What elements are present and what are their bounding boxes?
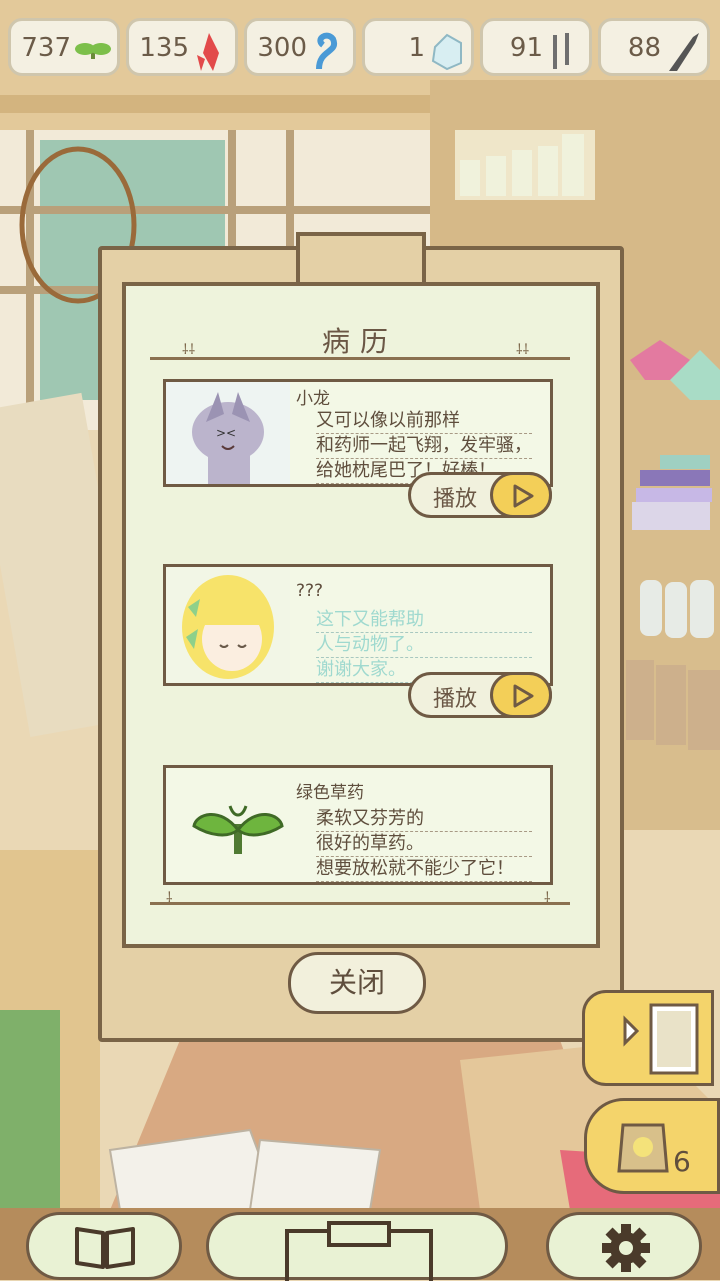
red-crystal-icon (197, 33, 219, 71)
dragon-portrait: >< (166, 382, 290, 484)
entry-line: 很好的草药。 (316, 829, 532, 857)
entry-line: 这下又能帮助 (316, 605, 532, 633)
entry-line: 人与动物了。 (316, 630, 532, 658)
record-card-dragon: >< 小龙 又可以像以前那样 和药师一起飞翔，发牢骚， 给她枕尾巴了！好棒！ (163, 379, 553, 487)
resource-ice-crystal: 1 (362, 18, 474, 76)
resource-horn: 88 (598, 18, 710, 76)
green-herb-icon (192, 805, 284, 854)
seed-bag-icon (617, 1123, 669, 1173)
play-icon-wrap[interactable] (490, 672, 552, 718)
resource-ice-crystal-count: 1 (408, 33, 425, 63)
close-button[interactable]: 关闭 (288, 952, 426, 1014)
svg-text:><: >< (216, 426, 236, 440)
play-button-dragon[interactable]: 播放 (408, 472, 552, 518)
dialog-title: 病历 (321, 325, 398, 358)
book-button[interactable] (26, 1212, 182, 1280)
entry-line: 又可以像以前那样 (316, 406, 532, 434)
horn-icon (669, 33, 699, 71)
resource-blue-wave-count: 300 (257, 33, 307, 63)
clipboard-button[interactable] (206, 1212, 508, 1281)
resource-red-crystal: 135 (126, 18, 238, 76)
bag-count: 6 (673, 1145, 691, 1178)
record-card-girl: ??? 这下又能帮助 人与动物了。 谢谢大家。 (163, 564, 553, 686)
play-button-girl[interactable]: 播放 (408, 672, 552, 718)
title-divider (150, 357, 570, 360)
sprout-icon: ⸸ (544, 890, 551, 906)
ice-crystal-icon (431, 33, 462, 71)
resource-blue-wave: 300 (244, 18, 356, 76)
gear-icon (602, 1224, 650, 1272)
exit-door-button[interactable] (582, 990, 714, 1086)
play-icon-wrap[interactable] (490, 472, 552, 518)
resource-leaf: 737 (8, 18, 120, 76)
settings-button[interactable] (546, 1212, 702, 1280)
clipboard-icon (285, 1221, 433, 1281)
blue-wave-icon (316, 32, 338, 70)
book-icon (75, 1227, 135, 1269)
record-card-herb: 绿色草药 柔软又芬芳的 很好的草药。 想要放松就不能少了它！ (163, 765, 553, 885)
girl-portrait (166, 567, 290, 683)
sprout-icon: ⸸⸸ (182, 342, 196, 358)
sprout-icon: ⸸ (166, 890, 173, 906)
resource-horn-count: 88 (627, 33, 661, 63)
sprout-icon: ⸸⸸ (516, 342, 530, 358)
bag-button[interactable]: 6 (584, 1098, 720, 1194)
resource-claw-count: 91 (509, 33, 543, 63)
play-label: 播放 (433, 687, 478, 712)
bottom-divider (150, 902, 570, 905)
leaf-icon (75, 43, 111, 59)
door-icon (623, 1003, 699, 1075)
resource-red-crystal-count: 135 (139, 33, 189, 63)
resource-claw: 91 (480, 18, 592, 76)
resource-leaf-count: 737 (21, 33, 71, 63)
entry-name: ??? (296, 581, 324, 601)
entry-line: 柔软又芬芳的 (316, 804, 532, 832)
entry-line: 想要放松就不能少了它！ (316, 854, 532, 882)
play-label: 播放 (433, 487, 478, 512)
play-icon (513, 684, 534, 708)
claw-icon (553, 33, 569, 69)
play-icon (513, 484, 534, 508)
entry-name: 绿色草药 (296, 783, 364, 803)
entry-line: 和药师一起飞翔，发牢骚， (316, 431, 532, 459)
